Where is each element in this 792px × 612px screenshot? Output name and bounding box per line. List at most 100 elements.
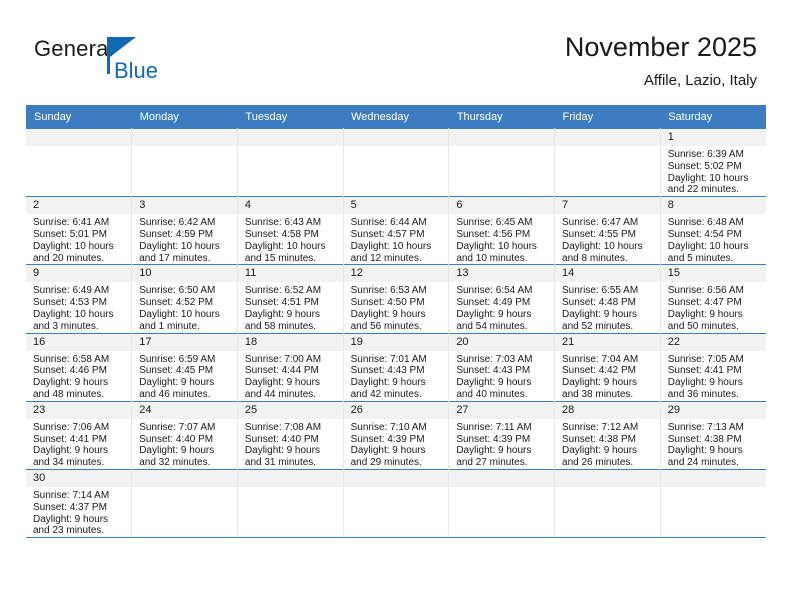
day-details: Sunrise: 7:01 AM Sunset: 4:43 PM Daylight:… (344, 351, 449, 401)
day-details: Sunrise: 6:42 AM Sunset: 4:59 PM Daylight:… (132, 214, 237, 264)
day-number: 23 (26, 401, 132, 419)
calendar-day-cell[interactable]: 8 Sunrise: 6:48 AM Sunset: 4:54 PM Daylight… (660, 196, 766, 265)
day-details: Sunrise: 7:06 AM Sunset: 4:41 PM Daylight:… (26, 419, 131, 469)
page-subtitle: Affile, Lazio, Italy (643, 72, 757, 89)
sunrise-text: Sunrise: 6:53 AM (350, 285, 427, 297)
sunrise-text: Sunrise: 6:52 AM (244, 285, 322, 297)
sunrise-text: Sunrise: 6:49 AM (33, 285, 110, 297)
calendar-week-row: 2 Sunrise: 6:41 AM Sunset: 5:01 PM Daylight… (26, 196, 766, 265)
calendar-day-cell[interactable]: 30 Sunrise: 7:14 AM Sunset: 4:37 PM Dayligh… (26, 468, 133, 539)
calendar-day-cell-empty (554, 468, 661, 539)
calendar-day-cell[interactable]: 12 Sunrise: 6:53 AM Sunset: 4:50 PM Dayligh… (343, 264, 450, 334)
weekday-header-thursday: Thursday (448, 105, 555, 129)
calendar-day-cell[interactable]: 13 Sunrise: 6:54 AM Sunset: 4:49 PM Dayligh… (448, 264, 556, 334)
calendar-day-cell[interactable]: 22 Sunrise: 7:05 AM Sunset: 4:41 PM Dayligh… (660, 332, 766, 402)
daylight-text: Daylight: 9 hours and 40 minutes. (456, 377, 532, 400)
calendar-day-cell[interactable]: 19 Sunrise: 7:01 AM Sunset: 4:43 PM Dayligh… (343, 332, 450, 402)
daylight-text: Daylight: 9 hours and 44 minutes. (244, 377, 320, 400)
calendar-day-cell[interactable]: 10 Sunrise: 6:50 AM Sunset: 4:52 PM Dayligh… (131, 264, 238, 334)
calendar-day-cell-empty (131, 127, 238, 197)
calendar-day-cell[interactable]: 1 Sunrise: 6:39 AM Sunset: 5:02 PM Daylight… (660, 127, 766, 197)
sunset-text: Sunset: 4:56 PM (456, 228, 531, 240)
day-number (237, 469, 343, 487)
sunrise-text: Sunrise: 6:47 AM (562, 217, 639, 229)
calendar-day-cell[interactable]: 24 Sunrise: 7:07 AM Sunset: 4:40 PM Dayligh… (131, 400, 238, 470)
calendar-day-cell[interactable]: 5 Sunrise: 6:44 AM Sunset: 4:57 PM Daylight… (343, 196, 450, 265)
weekday-header-saturday: Saturday (660, 105, 766, 129)
sunrise-text: Sunrise: 6:41 AM (33, 217, 110, 229)
calendar-day-cell[interactable]: 2 Sunrise: 6:41 AM Sunset: 5:01 PM Daylight… (26, 196, 133, 265)
calendar-day-cell-empty (237, 127, 344, 197)
sunset-text: Sunset: 4:47 PM (667, 297, 742, 309)
calendar-day-cell[interactable]: 20 Sunrise: 7:03 AM Sunset: 4:43 PM Dayligh… (448, 332, 556, 402)
daylight-text: Daylight: 9 hours and 52 minutes. (562, 308, 638, 332)
calendar-day-cell[interactable]: 6 Sunrise: 6:45 AM Sunset: 4:56 PM Daylight… (448, 196, 556, 265)
calendar-day-cell[interactable]: 15 Sunrise: 6:56 AM Sunset: 4:47 PM Dayligh… (660, 264, 766, 334)
brand-logo[interactable]: General Blue (34, 36, 224, 92)
daylight-text: Daylight: 9 hours and 31 minutes. (244, 445, 320, 469)
weekday-header-wednesday: Wednesday (343, 105, 449, 129)
day-number: 20 (449, 333, 555, 351)
sunset-text: Sunset: 4:48 PM (562, 297, 636, 309)
daylight-text: Daylight: 9 hours and 27 minutes. (456, 445, 532, 469)
calendar-day-cell[interactable]: 3 Sunrise: 6:42 AM Sunset: 4:59 PM Daylight… (131, 196, 238, 265)
calendar-day-cell[interactable]: 7 Sunrise: 6:47 AM Sunset: 4:55 PM Daylight… (554, 196, 661, 265)
calendar-week-row: 1 Sunrise: 6:39 AM Sunset: 5:02 PM Daylight… (26, 127, 766, 197)
calendar-day-cell[interactable]: 17 Sunrise: 6:59 AM Sunset: 4:45 PM Dayligh… (131, 332, 238, 402)
day-details: Sunrise: 6:59 AM Sunset: 4:45 PM Daylight:… (132, 351, 237, 401)
day-details: Sunrise: 6:39 AM Sunset: 5:02 PM Daylight:… (661, 146, 766, 196)
daylight-text: Daylight: 9 hours and 48 minutes. (33, 377, 109, 400)
day-details: Sunrise: 6:45 AM Sunset: 4:56 PM Daylight:… (449, 214, 554, 264)
calendar-day-cell[interactable]: 23 Sunrise: 7:06 AM Sunset: 4:41 PM Dayligh… (26, 400, 133, 470)
calendar-day-cell[interactable]: 21 Sunrise: 7:04 AM Sunset: 4:42 PM Dayligh… (554, 332, 661, 402)
calendar-day-cell[interactable]: 25 Sunrise: 7:08 AM Sunset: 4:40 PM Dayligh… (237, 400, 344, 470)
day-details: Sunrise: 6:55 AM Sunset: 4:48 PM Daylight:… (555, 282, 660, 332)
calendar-day-cell[interactable]: 27 Sunrise: 7:11 AM Sunset: 4:39 PM Dayligh… (448, 400, 556, 470)
sunset-text: Sunset: 4:58 PM (244, 228, 319, 240)
calendar-week-row: 30 Sunrise: 7:14 AM Sunset: 4:37 PM Dayligh… (26, 468, 766, 539)
calendar-day-cell[interactable]: 11 Sunrise: 6:52 AM Sunset: 4:51 PM Dayligh… (237, 264, 344, 334)
day-details: Sunrise: 7:05 AM Sunset: 4:41 PM Daylight:… (661, 351, 766, 401)
day-number: 16 (26, 333, 132, 351)
daylight-text: Daylight: 9 hours and 24 minutes. (667, 445, 743, 469)
day-number: 29 (660, 401, 766, 419)
calendar-day-cell[interactable]: 9 Sunrise: 6:49 AM Sunset: 4:53 PM Daylight… (26, 264, 133, 334)
calendar-day-cell[interactable]: 29 Sunrise: 7:13 AM Sunset: 4:38 PM Dayligh… (660, 400, 766, 470)
title-block: November 2025 Affile, Lazio, Italy (565, 30, 757, 92)
day-number: 7 (555, 197, 660, 215)
day-details: Sunrise: 7:08 AM Sunset: 4:40 PM Daylight:… (238, 419, 343, 469)
sunset-text: Sunset: 4:40 PM (139, 433, 214, 445)
sunset-text: Sunset: 4:43 PM (456, 365, 531, 377)
day-number (343, 129, 449, 146)
daylight-text: Daylight: 9 hours and 34 minutes. (33, 445, 109, 469)
calendar-day-cell-empty (554, 127, 661, 197)
sunrise-text: Sunrise: 7:03 AM (456, 353, 533, 365)
daylight-text: Daylight: 9 hours and 58 minutes. (244, 308, 320, 332)
calendar-week-row: 23 Sunrise: 7:06 AM Sunset: 4:41 PM Dayligh… (26, 400, 766, 470)
daylight-text: Daylight: 10 hours and 1 minute. (139, 308, 220, 332)
sunset-text: Sunset: 4:52 PM (139, 297, 214, 309)
day-number (237, 129, 343, 146)
calendar-day-cell[interactable]: 16 Sunrise: 6:58 AM Sunset: 4:46 PM Dayligh… (26, 332, 133, 402)
daylight-text: Daylight: 10 hours and 20 minutes. (33, 240, 114, 264)
calendar-day-cell[interactable]: 18 Sunrise: 7:00 AM Sunset: 4:44 PM Dayligh… (237, 332, 344, 402)
weekday-header-sunday: Sunday (26, 105, 132, 129)
calendar-day-cell[interactable]: 14 Sunrise: 6:55 AM Sunset: 4:48 PM Dayligh… (554, 264, 661, 334)
day-number: 24 (132, 401, 237, 419)
day-details: Sunrise: 6:54 AM Sunset: 4:49 PM Daylight:… (449, 282, 554, 332)
day-number (449, 469, 555, 487)
daylight-text: Daylight: 9 hours and 42 minutes. (350, 377, 426, 400)
sunrise-text: Sunrise: 7:11 AM (456, 421, 532, 433)
day-details: Sunrise: 6:47 AM Sunset: 4:55 PM Daylight:… (555, 214, 660, 264)
sunrise-text: Sunrise: 7:10 AM (350, 421, 427, 433)
sunrise-text: Sunrise: 6:45 AM (456, 217, 533, 229)
day-number: 9 (26, 265, 132, 283)
brand-name-blue: Blue (114, 58, 159, 83)
sunrise-text: Sunrise: 7:06 AM (33, 421, 110, 433)
day-number (660, 469, 766, 487)
day-details: Sunrise: 7:07 AM Sunset: 4:40 PM Daylight:… (132, 419, 237, 469)
calendar-day-cell[interactable]: 4 Sunrise: 6:43 AM Sunset: 4:58 PM Daylight… (237, 196, 344, 265)
calendar-day-cell[interactable]: 28 Sunrise: 7:12 AM Sunset: 4:38 PM Dayligh… (554, 400, 661, 470)
calendar-day-cell[interactable]: 26 Sunrise: 7:10 AM Sunset: 4:39 PM Dayligh… (343, 400, 450, 470)
day-number: 13 (449, 265, 555, 283)
